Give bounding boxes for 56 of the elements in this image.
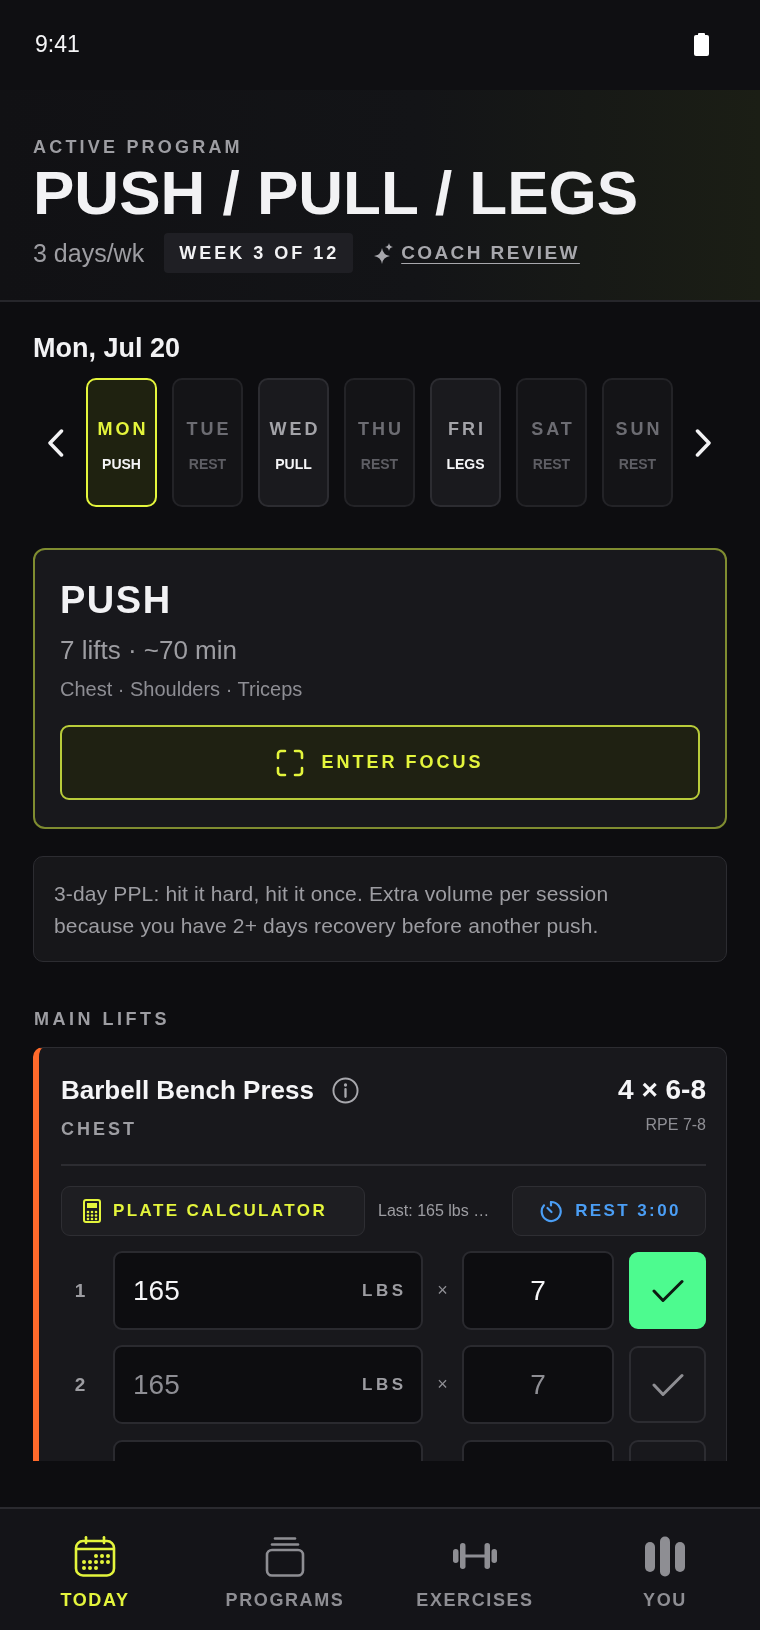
chevron-left-icon — [47, 428, 64, 457]
set-number: 1 — [73, 1279, 87, 1302]
week-badge: WEEK 3 OF 12 — [164, 233, 354, 273]
stacked-cards-icon — [264, 1536, 306, 1577]
info-icon[interactable] — [331, 1076, 359, 1104]
check-icon — [651, 1372, 684, 1397]
coach-review-link[interactable]: COACH REVIEW — [371, 240, 580, 266]
frequency-text: 3 days/wk — [33, 238, 145, 268]
exercise-name: Barbell Bench Press — [61, 1074, 314, 1107]
note-card: 3-day PPL: hit it hard, hit it once. Extra volume per session because you have 2+ days recovery before another push. — [33, 856, 727, 962]
unit-label: LBS — [362, 1374, 407, 1395]
rpe-label: RPE 7-8 — [644, 1115, 706, 1135]
day-tab[interactable]: MON PUSH — [86, 378, 157, 507]
calculator-icon — [83, 1199, 101, 1223]
nav-tab[interactable]: TODAY — [0, 1509, 190, 1630]
nav-tab[interactable]: PROGRAMS — [190, 1509, 380, 1630]
muscle-groups: Chest · Shoulders · Triceps — [60, 676, 700, 702]
nav-tab[interactable]: YOU — [570, 1509, 760, 1630]
day-tab[interactable]: SAT REST — [516, 378, 587, 507]
focus-frame-icon — [276, 748, 305, 777]
calendar-icon — [74, 1536, 116, 1577]
program-title: PUSH / PULL / LEGS — [33, 162, 640, 224]
section-heading: MAIN LIFTS — [33, 1008, 171, 1030]
timer-icon — [539, 1199, 564, 1223]
day-tab[interactable]: SUN REST — [602, 378, 673, 507]
status-time: 9:41 — [35, 30, 80, 58]
day-tab[interactable]: TUE REST — [172, 378, 243, 507]
date-heading: Mon, Jul 20 — [32, 332, 182, 364]
day-tab[interactable]: THU REST — [344, 378, 415, 507]
check-icon — [651, 1278, 684, 1303]
enter-focus-button[interactable]: ENTER FOCUS — [60, 725, 700, 800]
reps-field[interactable]: 7 — [462, 1345, 614, 1424]
times-sign: × — [436, 1374, 449, 1395]
muscle-label: CHEST — [61, 1118, 138, 1140]
chevron-right-icon — [695, 428, 712, 457]
unit-label: LBS — [362, 1280, 407, 1301]
nav-tab[interactable]: EXERCISES — [380, 1509, 570, 1630]
check-button[interactable] — [629, 1440, 706, 1461]
program-label: ACTIVE PROGRAM — [33, 136, 244, 159]
bars-icon — [644, 1536, 686, 1577]
workout-title: PUSH — [60, 581, 173, 619]
day-tab[interactable]: FRI LEGS — [430, 378, 501, 507]
check-button[interactable] — [629, 1346, 706, 1423]
reps-field[interactable] — [462, 1440, 614, 1461]
weight-field[interactable] — [113, 1440, 423, 1461]
set-scheme: 4 × 6-8 — [618, 1073, 706, 1107]
set-number: 2 — [73, 1373, 87, 1396]
dumbbell-icon — [452, 1542, 498, 1570]
reps-field[interactable]: 7 — [462, 1251, 614, 1330]
last-weight-text: Last: 165 lbs … — [378, 1202, 490, 1220]
plate-calculator-button[interactable]: PLATE CALCULATOR — [61, 1186, 365, 1236]
workout-summary: 7 lifts · ~70 min — [60, 634, 238, 667]
rest-timer-button[interactable]: REST 3:00 — [512, 1186, 706, 1236]
battery-icon — [694, 32, 709, 56]
times-sign: × — [436, 1280, 449, 1301]
day-tab[interactable]: WED PULL — [258, 378, 329, 507]
